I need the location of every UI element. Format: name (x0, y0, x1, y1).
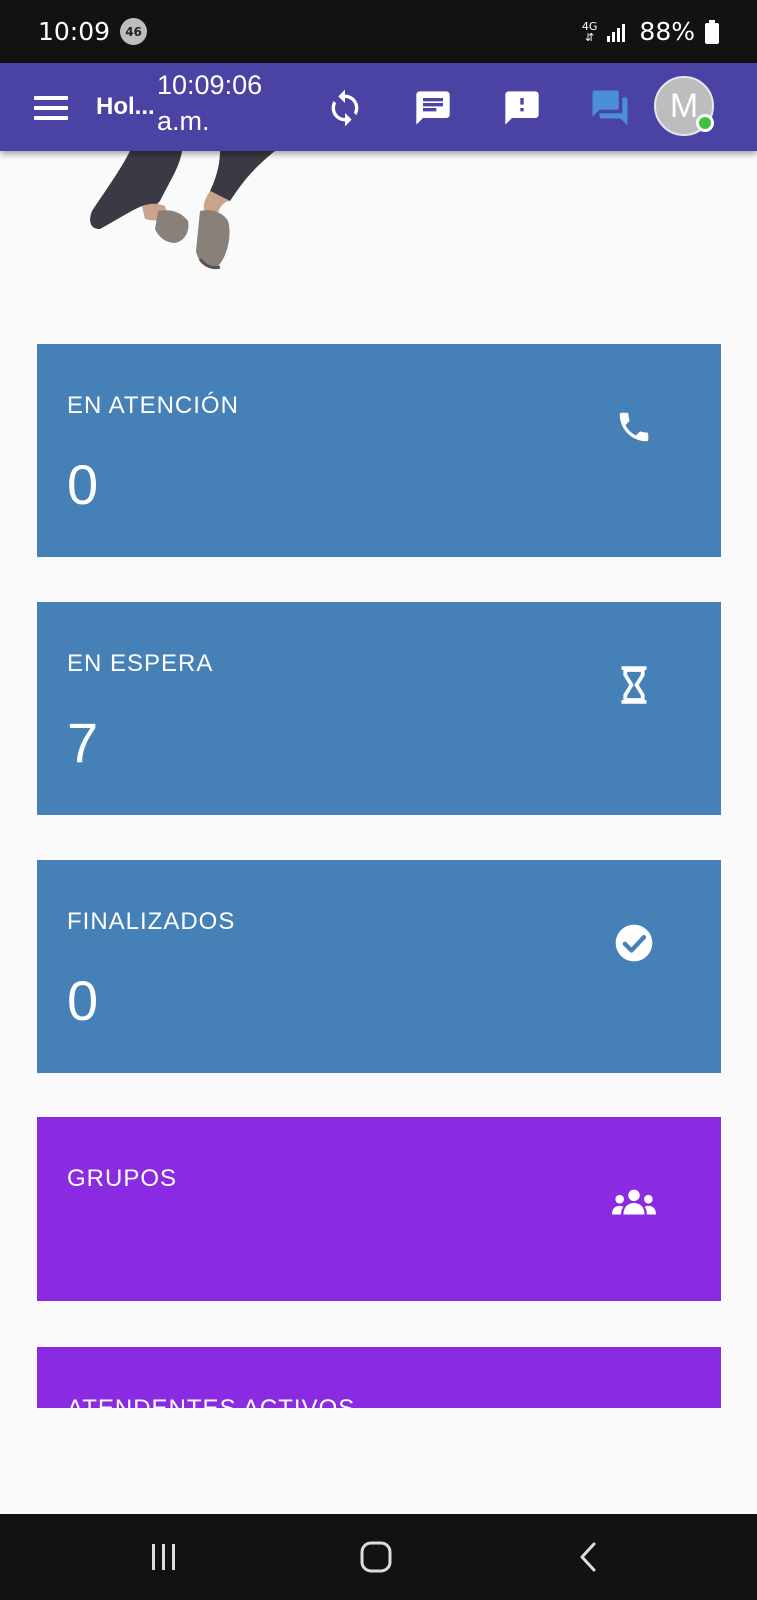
screen: 10:09 46 4G ⇵ 88% Hol... 10:09:06 a.m. M… (0, 0, 757, 1600)
clock-period: a.m. (157, 106, 210, 136)
message-icon[interactable] (412, 87, 454, 129)
status-time: 10:09 (38, 17, 111, 46)
app-bar: Hol... 10:09:06 a.m. M (0, 63, 757, 151)
hourglass-icon (612, 663, 656, 707)
clock: 10:09:06 a.m. (157, 67, 262, 139)
card-label: GRUPOS (67, 1165, 178, 1192)
network-icon: 4G ⇵ (581, 19, 598, 44)
card-label: EN ESPERA (67, 650, 214, 677)
phone-icon (612, 405, 656, 449)
status-bar: 10:09 46 4G ⇵ 88% (0, 0, 757, 63)
card-value: 0 (67, 969, 99, 1032)
status-right: 4G ⇵ 88% (582, 17, 719, 46)
card-en-atencion[interactable]: EN ATENCIÓN 0 (37, 344, 721, 557)
card-en-espera[interactable]: EN ESPERA 7 (37, 602, 721, 815)
card-label: EN ATENCIÓN (67, 392, 239, 419)
home-icon[interactable] (351, 1534, 401, 1580)
forum-icon[interactable] (589, 87, 631, 129)
card-grupos[interactable]: GRUPOS (37, 1117, 721, 1301)
card-value: 7 (67, 711, 99, 774)
card-atendentes-activos[interactable]: ATENDENTES ACTIVOS (37, 1347, 721, 1408)
hero-illustration (90, 151, 275, 270)
card-value: 0 (67, 453, 99, 516)
app-title: Hol... (96, 93, 155, 120)
menu-icon[interactable] (34, 96, 68, 120)
system-nav-bar (0, 1514, 757, 1600)
battery-icon (705, 19, 719, 44)
groups-icon (612, 1181, 656, 1225)
card-label: FINALIZADOS (67, 908, 236, 935)
back-icon[interactable] (563, 1534, 613, 1580)
check-circle-icon (612, 921, 656, 965)
clock-time: 10:09:06 (157, 70, 263, 100)
card-label: ATENDENTES ACTIVOS (67, 1395, 355, 1408)
online-status-dot (696, 114, 714, 132)
network-type-label: 4G (581, 19, 598, 33)
card-clip-area: ATENDENTES ACTIVOS (37, 1347, 721, 1408)
avatar[interactable]: M (654, 76, 714, 136)
notification-badge: 46 (120, 18, 148, 45)
alert-message-icon[interactable] (501, 87, 543, 129)
recent-apps-icon[interactable] (139, 1534, 189, 1580)
card-finalizados[interactable]: FINALIZADOS 0 (37, 860, 721, 1073)
avatar-initial: M (669, 86, 699, 125)
sync-icon[interactable] (324, 87, 366, 129)
signal-icon (607, 23, 626, 42)
battery-percent: 88% (639, 17, 695, 46)
